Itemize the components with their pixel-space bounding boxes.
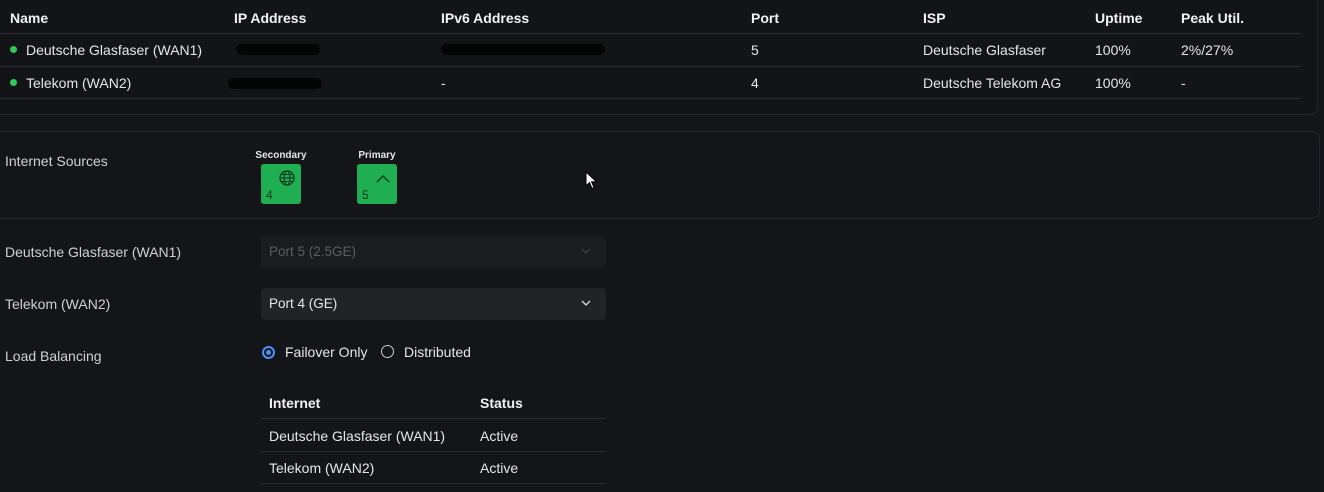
secondary-source-button[interactable]: 4 bbox=[261, 164, 301, 204]
status-col-internet: Internet bbox=[269, 395, 321, 411]
internet-sources-label: Internet Sources bbox=[5, 153, 108, 169]
wan1-port-label: Deutsche Glasfaser (WAN1) bbox=[5, 244, 182, 260]
col-header-ip[interactable]: IP Address bbox=[234, 10, 306, 26]
redacted-ipv6 bbox=[441, 44, 605, 55]
wan-port: 4 bbox=[751, 75, 759, 91]
wan-name: Telekom (WAN2) bbox=[26, 75, 132, 91]
status-value: Active bbox=[480, 460, 519, 476]
wan-uptime: 100% bbox=[1095, 42, 1131, 58]
divider bbox=[0, 98, 1301, 99]
status-row-1: Deutsche Glasfaser (WAN1) Active bbox=[261, 419, 606, 451]
distributed-label: Distributed bbox=[404, 344, 471, 360]
col-header-name[interactable]: Name bbox=[10, 10, 48, 26]
wan-uptime: 100% bbox=[1095, 75, 1131, 91]
wan-row-1[interactable]: Deutsche Glasfaser (WAN1) 5 Deutsche Gla… bbox=[0, 34, 1301, 66]
col-header-ipv6[interactable]: IPv6 Address bbox=[441, 10, 529, 26]
status-internet: Deutsche Glasfaser (WAN1) bbox=[269, 428, 446, 444]
distributed-radio[interactable]: Distributed bbox=[381, 343, 481, 361]
divider bbox=[261, 483, 606, 484]
secondary-title: Secondary bbox=[255, 150, 307, 161]
col-header-peak[interactable]: Peak Util. bbox=[1181, 10, 1244, 26]
wan-peak: 2%/27% bbox=[1181, 42, 1234, 58]
status-col-status: Status bbox=[480, 395, 523, 411]
chevron-down-icon bbox=[581, 248, 591, 254]
status-row-2: Telekom (WAN2) Active bbox=[261, 452, 606, 484]
wan2-port-label: Telekom (WAN2) bbox=[5, 296, 111, 312]
chevron-down-icon bbox=[581, 300, 591, 306]
wan1-port-value: Port 5 (2.5GE) bbox=[269, 244, 357, 259]
wan1-port-select[interactable]: Port 5 (2.5GE) bbox=[261, 236, 606, 268]
wan-port: 5 bbox=[751, 42, 759, 58]
wan-row-2[interactable]: Telekom (WAN2) - 4 Deutsche Telekom AG 1… bbox=[0, 67, 1301, 99]
wan2-port-select[interactable]: Port 4 (GE) bbox=[261, 288, 606, 320]
wan-ipv6: - bbox=[441, 75, 446, 91]
wan2-port-value: Port 4 (GE) bbox=[269, 296, 338, 311]
secondary-port-number: 4 bbox=[266, 188, 273, 202]
load-balancing-label: Load Balancing bbox=[5, 348, 102, 364]
mouse-cursor-icon bbox=[585, 171, 598, 190]
col-header-port[interactable]: Port bbox=[751, 10, 779, 26]
primary-source-button[interactable]: 5 bbox=[357, 164, 397, 204]
primary-title: Primary bbox=[358, 150, 396, 161]
status-dot bbox=[10, 46, 17, 53]
failover-only-radio[interactable]: Failover Only bbox=[261, 343, 371, 361]
wan-peak: - bbox=[1181, 75, 1186, 91]
redacted-ip bbox=[236, 44, 320, 55]
wan-isp: Deutsche Glasfaser bbox=[923, 42, 1046, 58]
status-internet: Telekom (WAN2) bbox=[269, 460, 375, 476]
internet-sources-panel bbox=[0, 131, 1320, 219]
wan-name: Deutsche Glasfaser (WAN1) bbox=[26, 42, 203, 58]
status-value: Active bbox=[480, 428, 519, 444]
wan-isp: Deutsche Telekom AG bbox=[923, 75, 1062, 91]
redacted-ip bbox=[228, 78, 322, 89]
col-header-uptime[interactable]: Uptime bbox=[1095, 10, 1142, 26]
failover-only-label: Failover Only bbox=[285, 344, 368, 360]
col-header-isp[interactable]: ISP bbox=[923, 10, 946, 26]
status-dot bbox=[10, 79, 17, 86]
primary-port-number: 5 bbox=[362, 188, 369, 202]
radio-unselected-icon bbox=[381, 345, 394, 358]
radio-selected-icon bbox=[262, 346, 275, 359]
